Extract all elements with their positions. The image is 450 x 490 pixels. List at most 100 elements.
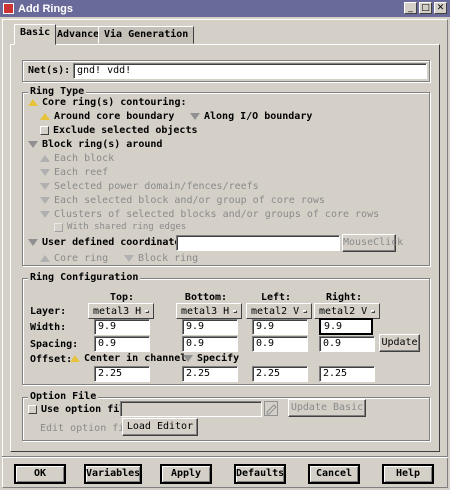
each-selected-block-option[interactable]: Each selected block and/or group of core… xyxy=(40,195,325,206)
block-ring-opt-label: Block ring xyxy=(138,253,199,264)
header-left: Left: xyxy=(260,292,292,303)
update-basic-button[interactable]: Update Basic xyxy=(288,399,366,417)
minimize-button[interactable]: _ xyxy=(404,2,417,14)
core-ring-opt-label: Core ring xyxy=(54,253,109,264)
spacing-bottom-input[interactable]: 0.9 xyxy=(182,336,238,352)
defaults-button[interactable]: Defaults xyxy=(234,464,286,484)
layer-right-value: metal2 V xyxy=(319,305,368,317)
radio-on-icon xyxy=(70,355,80,362)
radio-on-icon xyxy=(28,99,38,106)
exclude-selected-option[interactable]: Exclude selected objects xyxy=(40,125,198,136)
around-core-label: Around core boundary xyxy=(54,111,175,122)
width-top-input[interactable]: 9.9 xyxy=(94,319,150,335)
menu-indicator-icon xyxy=(233,309,237,313)
footer-separator xyxy=(2,456,448,458)
app-icon xyxy=(3,3,14,14)
title-bar: Add Rings xyxy=(0,0,450,17)
exclude-selected-label: Exclude selected objects xyxy=(53,125,198,136)
mouse-click-button[interactable]: MouseClick xyxy=(342,234,403,252)
spacing-label: Spacing: xyxy=(30,339,79,350)
help-button[interactable]: Help xyxy=(382,464,434,484)
spacing-left-input[interactable]: 0.9 xyxy=(252,336,308,352)
checkbox-icon xyxy=(40,126,49,135)
radio-disabled-icon xyxy=(40,197,50,204)
update-button[interactable]: Update xyxy=(379,334,420,352)
ok-button[interactable]: OK xyxy=(14,464,66,484)
apply-button[interactable]: Apply xyxy=(160,464,212,484)
center-in-channel-option[interactable]: Center in channel xyxy=(70,353,186,364)
specify-label: Specify xyxy=(197,353,240,364)
radio-disabled-icon xyxy=(40,155,50,162)
offset-bottom-input[interactable]: 2.25 xyxy=(182,366,238,382)
layer-bottom-value: metal3 H xyxy=(181,305,230,317)
width-bottom-input[interactable]: 9.9 xyxy=(182,319,238,335)
spacing-top-input[interactable]: 0.9 xyxy=(94,336,150,352)
each-selected-block-label: Each selected block and/or group of core… xyxy=(54,195,325,206)
user-defined-input[interactable] xyxy=(176,235,340,251)
header-right: Right: xyxy=(325,292,363,303)
core-ring-option[interactable]: Core ring(s) contouring: xyxy=(28,97,187,108)
block-ring-option[interactable]: Block ring(s) around xyxy=(28,139,162,150)
selected-power-domain-label: Selected power domain/fences/reefs xyxy=(54,181,259,192)
center-in-channel-label: Center in channel xyxy=(84,353,187,364)
each-reef-option[interactable]: Each reef xyxy=(40,167,108,178)
layer-bottom-select[interactable]: metal3 H xyxy=(176,303,242,319)
option-file-title: Option File xyxy=(28,391,99,402)
with-shared-option[interactable]: With shared ring edges xyxy=(54,222,186,232)
block-ring-opt[interactable]: Block ring xyxy=(124,253,198,264)
width-label: Width: xyxy=(30,322,67,333)
radio-disabled-icon xyxy=(124,255,134,262)
maximize-button[interactable]: □ xyxy=(419,2,432,14)
offset-right-input[interactable]: 2.25 xyxy=(319,366,375,382)
checkbox-icon xyxy=(28,405,37,414)
block-ring-label: Block ring(s) around xyxy=(42,139,163,150)
radio-off-icon xyxy=(190,113,200,120)
each-reef-label: Each reef xyxy=(54,167,109,178)
layer-right-select[interactable]: metal2 V xyxy=(314,303,380,319)
radio-on-icon xyxy=(40,113,50,120)
menu-indicator-icon xyxy=(145,309,149,313)
tab-basic[interactable]: Basic xyxy=(14,24,57,45)
layer-label: Layer: xyxy=(30,306,67,317)
each-block-option[interactable]: Each block xyxy=(40,153,114,164)
along-io-label: Along I/O boundary xyxy=(204,111,313,122)
around-core-option[interactable]: Around core boundary xyxy=(40,111,174,122)
core-ring-opt[interactable]: Core ring xyxy=(40,253,108,264)
offset-top-input[interactable]: 2.25 xyxy=(94,366,150,382)
variables-button[interactable]: Variables xyxy=(84,464,142,484)
tab-via-generation[interactable]: Via Generation xyxy=(98,26,195,44)
close-button[interactable]: ✕ xyxy=(434,2,447,14)
option-file-input[interactable] xyxy=(120,401,262,417)
folder-icon-graphic xyxy=(266,404,277,415)
nets-label: Net(s): xyxy=(28,65,71,76)
clusters-label: Clusters of selected blocks and/or group… xyxy=(54,209,380,220)
specify-option[interactable]: Specify xyxy=(183,353,239,364)
offset-left-input[interactable]: 2.25 xyxy=(252,366,308,382)
user-defined-label: User defined coordinates xyxy=(42,237,187,248)
layer-top-select[interactable]: metal3 H xyxy=(88,303,154,319)
width-left-input[interactable]: 9.9 xyxy=(252,319,308,335)
ring-type-title: Ring Type xyxy=(28,86,87,97)
along-io-option[interactable]: Along I/O boundary xyxy=(190,111,312,122)
ring-config-title: Ring Configuration xyxy=(28,272,141,283)
user-defined-option[interactable]: User defined coordinates xyxy=(28,237,187,248)
radio-disabled-icon xyxy=(40,183,50,190)
core-ring-label: Core ring(s) contouring: xyxy=(42,97,187,108)
menu-indicator-icon xyxy=(303,309,307,313)
width-right-input[interactable]: 9.9 xyxy=(319,318,373,335)
selected-power-domain-option[interactable]: Selected power domain/fences/reefs xyxy=(40,181,259,192)
window-title: Add Rings xyxy=(18,2,73,15)
checkbox-icon xyxy=(54,222,63,232)
with-shared-label: With shared ring edges xyxy=(67,222,187,232)
radio-disabled-icon xyxy=(40,211,50,218)
radio-off-icon xyxy=(28,141,38,148)
spacing-right-input[interactable]: 0.9 xyxy=(319,336,375,352)
radio-disabled-icon xyxy=(40,169,50,176)
folder-icon[interactable] xyxy=(264,401,278,416)
load-editor-button[interactable]: Load Editor xyxy=(122,418,198,436)
layer-left-select[interactable]: metal2 V xyxy=(246,303,312,319)
nets-input[interactable]: gnd! vdd! xyxy=(73,63,427,79)
cancel-button[interactable]: Cancel xyxy=(308,464,360,484)
header-bottom: Bottom: xyxy=(184,292,228,303)
clusters-option[interactable]: Clusters of selected blocks and/or group… xyxy=(40,209,379,220)
